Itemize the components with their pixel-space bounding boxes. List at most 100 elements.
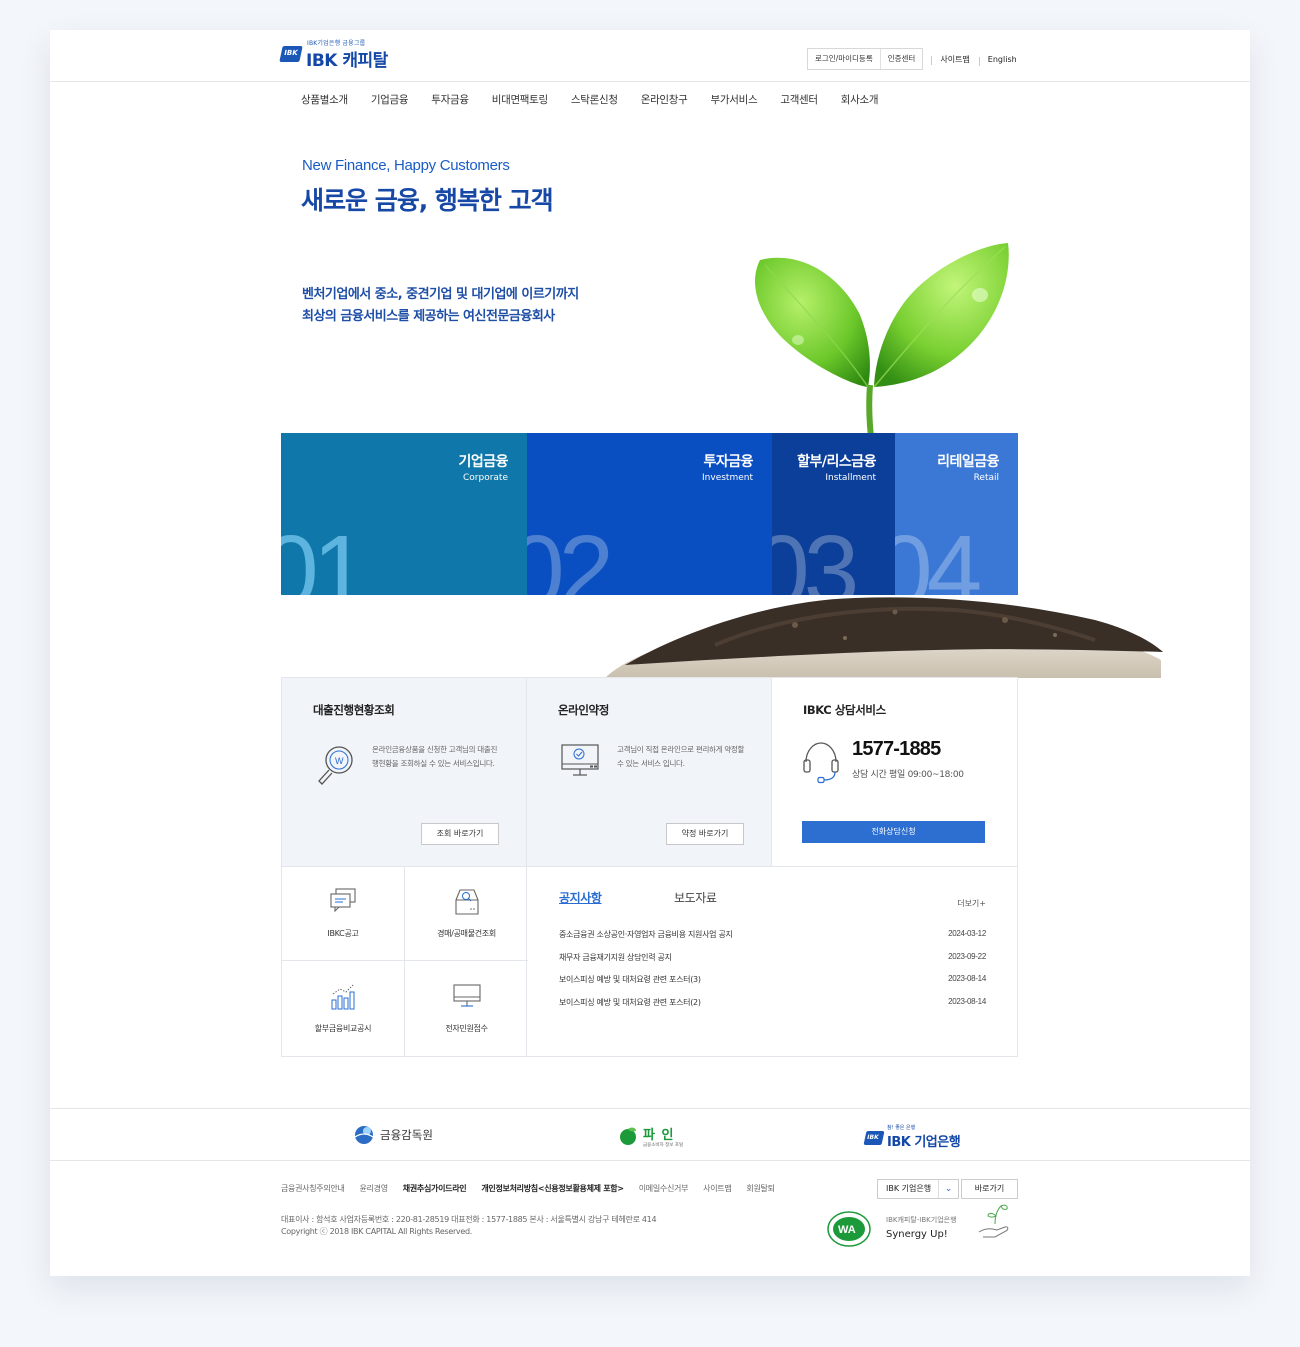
sitemap-link[interactable]: 사이트맵 xyxy=(931,54,978,65)
category-investment[interactable]: 02 투자금융 Investment xyxy=(527,433,772,595)
loan-status-button[interactable]: 조회 바로가기 xyxy=(421,823,499,845)
product-category-tiles: 01 기업금융 Corporate 02 투자금융 Investment 03 … xyxy=(281,433,1018,595)
notice-date: 2023-09-22 xyxy=(948,951,986,961)
nav-item-company[interactable]: 회사소개 xyxy=(841,92,879,107)
hero-title-en: New Finance, Happy Customers xyxy=(302,157,510,174)
category-title: 할부/리스금융 xyxy=(797,454,876,470)
category-installment[interactable]: 03 할부/리스금융 Installment xyxy=(772,433,895,595)
category-number: 01 xyxy=(281,515,368,595)
nav-item-stockloan[interactable]: 스탁론신청 xyxy=(571,92,618,107)
category-number: 04 xyxy=(895,515,982,595)
fss-link[interactable]: 금융감독원 xyxy=(353,1124,433,1146)
certificate-center-link[interactable]: 인증센터 xyxy=(879,49,923,69)
notice-item[interactable]: 보이스피싱 예방 및 대처요령 관련 포스터(2) 2023-08-14 xyxy=(559,997,986,1020)
nav-item-corporate[interactable]: 기업금융 xyxy=(371,92,409,107)
footer-link[interactable]: 윤리경영 xyxy=(360,1183,389,1194)
ibk-logo-mark-icon: IBK xyxy=(279,46,303,62)
main-navigation: 상품별소개 기업금융 투자금융 비대면팩토링 스탁론신청 온라인창구 부가서비스… xyxy=(301,92,901,107)
fine-link[interactable]: 파 인 금융소비자 정보 포털 xyxy=(618,1124,683,1148)
phone-consult-request-button[interactable]: 전화상담신청 xyxy=(802,821,985,843)
online-agreement-title: 온라인약정 xyxy=(558,703,609,717)
quick-link-complaint[interactable]: 전자민원접수 xyxy=(405,961,528,1056)
notice-board: 공지사항 보도자료 더보기+ 중소금융권 소상공인·자영업자 금융비용 지원사업… xyxy=(527,866,1018,1057)
quick-link-installment-comparison[interactable]: 할부금융비교공시 xyxy=(282,961,405,1056)
go-button[interactable]: 바로가기 xyxy=(961,1179,1018,1199)
loan-status-text: 온라인금융상품을 신청한 고객님의 대출진행현황을 조회하실 수 있는 서비스입… xyxy=(372,745,498,768)
fine-logo-icon xyxy=(620,1127,636,1145)
copyright: Copyright ⓒ 2018 IBK CAPITAL All Rights … xyxy=(281,1227,473,1236)
notice-list: 중소금융권 소상공인·자영업자 금융비용 지원사업 공지 2024-03-12 … xyxy=(559,929,986,1019)
category-number: 02 xyxy=(527,515,614,595)
nav-item-products[interactable]: 상품별소개 xyxy=(301,92,348,107)
quick-link-notice[interactable]: IBKC공고 xyxy=(282,866,405,961)
nav-item-factoring[interactable]: 비대면팩토링 xyxy=(492,92,548,107)
login-link[interactable]: 로그인/마이디등록 xyxy=(808,49,880,69)
fss-logo-icon xyxy=(354,1126,374,1144)
page: IBK IBK기업은행 금융그룹 IBK 캐피탈 로그인/마이디등록 인증센터 … xyxy=(50,30,1250,1276)
login-box: 로그인/마이디등록 인증센터 xyxy=(807,48,924,70)
consult-hours: 상담 시간 평일 09:00~18:00 xyxy=(852,770,964,780)
computer-icon xyxy=(452,984,481,1007)
category-subtitle: Corporate xyxy=(463,473,508,483)
ibk-bank-logo-icon: IBK xyxy=(863,1131,885,1145)
category-retail[interactable]: 04 리테일금융 Retail xyxy=(895,433,1018,595)
fss-label: 금융감독원 xyxy=(380,1128,433,1142)
notice-date: 2023-08-14 xyxy=(948,996,986,1006)
family-site-select-value: IBK 기업은행 xyxy=(886,1184,932,1193)
footer-link[interactable]: 이메일수신거부 xyxy=(639,1183,689,1194)
company-info-line: 대표이사 : 함석호 사업자등록번호 : 220-81-28519 대표전화 :… xyxy=(281,1215,657,1224)
family-site-select[interactable]: IBK 기업은행 ⌄ xyxy=(877,1179,959,1199)
english-link[interactable]: English xyxy=(978,55,1026,66)
notice-item[interactable]: 보이스피싱 예방 및 대처요령 관련 포스터(3) 2023-08-14 xyxy=(559,974,986,997)
footer-link[interactable]: 사이트맵 xyxy=(703,1183,732,1194)
footer-link[interactable]: 개인정보처리방침<신용정보활용체제 포함> xyxy=(481,1183,624,1194)
loan-status-box: 대출진행현황조회 W 온라인금융상품을 신청한 고객님의 대출진행현황을 조회하… xyxy=(281,677,527,867)
footer-link[interactable]: 채권추심가이드라인 xyxy=(403,1183,467,1194)
online-agreement-text: 고객님이 직접 온라인으로 편리하게 약정할 수 있는 서비스 입니다. xyxy=(617,745,745,768)
more-link[interactable]: 더보기+ xyxy=(957,898,986,909)
notice-item[interactable]: 채무자 금융재기지원 상담인력 공지 2023-09-22 xyxy=(559,952,986,975)
ibk-capital-logo[interactable]: IBK IBK기업은행 금융그룹 IBK 캐피탈 xyxy=(279,38,391,71)
hero-desc-line1: 벤처기업에서 중소, 중견기업 및 대기업에 이르기까지 xyxy=(302,287,579,302)
ibk-bank-label: IBK 기업은행 xyxy=(887,1135,961,1150)
category-subtitle: Investment xyxy=(702,473,753,483)
nav-item-online[interactable]: 온라인창구 xyxy=(641,92,688,107)
fine-label: 파 인 xyxy=(643,1128,675,1143)
online-agreement-box: 온라인약정 고객님이 직접 온라인으로 편리하게 약정할 수 있는 서비스 입니… xyxy=(527,677,772,867)
nav-item-services[interactable]: 부가서비스 xyxy=(711,92,758,107)
inbox-search-icon xyxy=(454,889,479,915)
notice-item[interactable]: 중소금융권 소상공인·자영업자 금융비용 지원사업 공지 2024-03-12 xyxy=(559,929,986,952)
quick-link-label: 할부금융비교공시 xyxy=(314,1024,372,1033)
tab-notice[interactable]: 공지사항 xyxy=(559,889,602,906)
sprout-image xyxy=(755,243,1009,445)
consult-title: IBKC 상담서비스 xyxy=(803,703,886,717)
quick-link-auction[interactable]: 경매/공매물건조회 xyxy=(405,866,528,961)
ibk-bank-link[interactable]: IBK 참! 좋은 은행 IBK 기업은행 xyxy=(863,1124,961,1150)
category-subtitle: Installment xyxy=(825,473,876,483)
footer-link[interactable]: 금융권사칭주의안내 xyxy=(281,1183,345,1194)
nav-item-customer[interactable]: 고객센터 xyxy=(780,92,818,107)
quick-link-label: 경매/공매물건조회 xyxy=(437,929,496,938)
category-title: 기업금융 xyxy=(458,454,508,470)
notice-title: 보이스피싱 예방 및 대처요령 관련 포스터(3) xyxy=(559,975,701,984)
loan-status-title: 대출진행현황조회 xyxy=(313,703,395,717)
quick-link-label: IBKC공고 xyxy=(327,929,359,938)
category-title: 투자금융 xyxy=(703,454,753,470)
category-corporate[interactable]: 01 기업금융 Corporate xyxy=(281,433,527,595)
hand-sprout-icon xyxy=(978,1204,1009,1238)
quick-link-label: 전자민원접수 xyxy=(445,1024,488,1033)
magnifier-w-icon: W xyxy=(318,746,353,785)
online-agreement-button[interactable]: 약정 바로가기 xyxy=(666,823,744,845)
category-subtitle: Retail xyxy=(973,473,999,483)
ibk-bank-tagline: 참! 좋은 은행 xyxy=(887,1125,916,1131)
family-site-band: 금융감독원 파 인 금융소비자 정보 포털 IBK 참! 좋은 은행 IBK 기… xyxy=(50,1108,1250,1161)
nav-item-investment[interactable]: 투자금융 xyxy=(431,92,469,107)
tab-press[interactable]: 보도자료 xyxy=(674,889,717,906)
chat-bubbles-icon xyxy=(330,888,356,912)
header: IBK IBK기업은행 금융그룹 IBK 캐피탈 로그인/마이디등록 인증센터 … xyxy=(50,30,1250,82)
consult-phone-number: 1577-1885 xyxy=(852,738,941,760)
logo-name: IBK 캐피탈 xyxy=(306,51,388,71)
footer-links: 금융권사칭주의안내 윤리경영 채권추심가이드라인 개인정보처리방침<신용정보활용… xyxy=(281,1183,790,1194)
footer-link[interactable]: 회원탈퇴 xyxy=(746,1183,775,1194)
category-title: 리테일금융 xyxy=(937,454,999,470)
